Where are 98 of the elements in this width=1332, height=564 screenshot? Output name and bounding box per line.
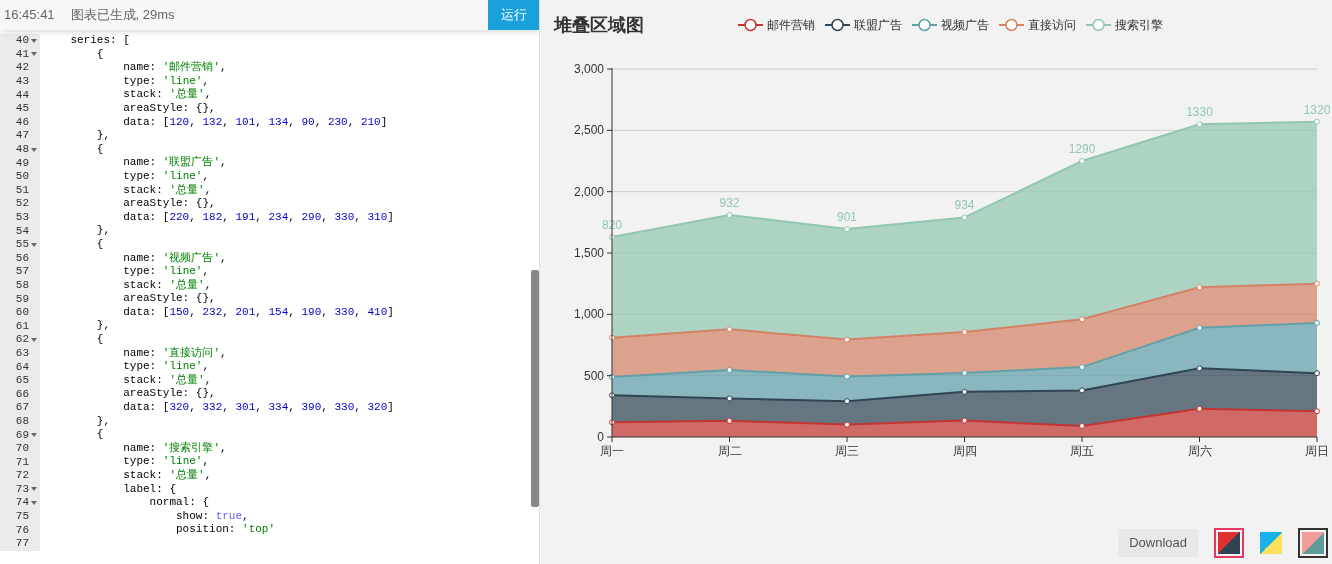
y-axis-label: 1,000 (573, 307, 604, 322)
y-axis-label: 2,500 (573, 123, 604, 138)
line-number: 77 (15, 537, 29, 551)
line-number: 42 (15, 61, 29, 75)
code-line: { (95, 142, 104, 155)
line-number: 61 (15, 319, 29, 333)
line-number: 59 (15, 292, 29, 306)
x-axis-label: 周二 (717, 444, 742, 458)
line-number: 52 (15, 197, 29, 211)
code-line: }, (95, 319, 110, 332)
code-line: type: 'line', (122, 74, 210, 87)
code-line: data: [150, 232, 201, 154, 190, 330, 410] (122, 305, 394, 318)
data-label: 932 (719, 195, 740, 210)
code-line: stack: '总量', (122, 469, 212, 481)
line-number: 44 (15, 88, 29, 102)
code-line: type: 'line', (122, 360, 210, 373)
code-line: stack: '总量', (122, 278, 212, 291)
x-axis-label: 周四 (952, 444, 977, 458)
code-line: { (95, 333, 104, 346)
line-number: 53 (15, 211, 29, 224)
code-line: stack: '总量', (122, 183, 212, 196)
line-number: 56 (15, 251, 29, 265)
code-line: }, (95, 414, 110, 427)
line-number: 40 (15, 34, 29, 48)
data-label: 1290 (1068, 142, 1096, 156)
code-line: { (95, 428, 104, 441)
time-text: 16:45:41 (4, 6, 55, 25)
code-line: name: '邮件营销', (122, 61, 227, 74)
line-number: 46 (15, 115, 29, 129)
x-axis-label: 周日 (1305, 444, 1329, 458)
line-number: 54 (15, 224, 29, 238)
line-number: 69 (15, 428, 29, 442)
code-line: areaStyle: {}, (122, 292, 216, 305)
code-line: stack: '总量', (122, 373, 212, 386)
code-line: position: 'top' (175, 523, 276, 536)
code-line: { (95, 237, 104, 250)
y-axis-label: 500 (583, 368, 604, 383)
y-axis-label: 0 (597, 430, 604, 444)
line-number: 43 (15, 75, 29, 89)
line-number: 76 (15, 523, 29, 537)
line-number: 47 (15, 129, 29, 143)
code-line: type: 'line', (122, 455, 210, 468)
code-line: data: [120, 132, 101, 134, 90, 230, 210] (122, 115, 388, 128)
line-number: 41 (15, 47, 29, 61)
code-line: type: 'line', (122, 169, 210, 182)
code-line: data: [320, 332, 301, 334, 390, 330, 320] (122, 401, 394, 414)
code-line: name: '视频广告', (122, 251, 227, 264)
line-number: 70 (15, 442, 29, 456)
code-line: areaStyle: {}, (122, 387, 216, 400)
code-line: areaStyle: {}, (122, 101, 216, 114)
code-line: areaStyle: {}, (122, 197, 216, 210)
code-line: label: { (122, 482, 177, 495)
x-axis-label: 周五 (1070, 444, 1094, 458)
code-line: data: [220, 182, 191, 234, 290, 330, 310] (122, 210, 394, 223)
x-axis-label: 周三 (835, 444, 859, 458)
code-line: show: true, (175, 509, 249, 522)
code-line: type: 'line', (122, 265, 210, 278)
line-number: 57 (15, 265, 29, 279)
data-label: 901 (837, 210, 857, 225)
line-number: 71 (15, 455, 29, 469)
line-number: 55 (15, 238, 29, 252)
line-number: 63 (15, 346, 29, 360)
y-axis-label: 2,000 (573, 184, 604, 199)
line-number: 72 (15, 469, 29, 483)
code-line: name: '直接访问', (122, 346, 227, 359)
line-number: 68 (15, 414, 29, 428)
line-number: 67 (15, 401, 29, 415)
line-number: 62 (15, 333, 29, 347)
data-label: 1320 (1303, 102, 1331, 117)
code-line: { (95, 47, 104, 60)
line-number: 66 (15, 387, 29, 401)
code-line: }, (95, 129, 110, 142)
code-line: stack: '总量', (122, 88, 212, 101)
code-line: name: '联盟广告', (122, 156, 227, 169)
code-line: series: [ (69, 34, 130, 46)
line-number: 58 (15, 279, 29, 292)
line-number: 74 (15, 496, 29, 510)
status-text: 图表已生成, 29ms (70, 6, 175, 25)
code-line: }, (95, 224, 110, 237)
line-number: 48 (15, 143, 29, 157)
y-axis-label: 1,500 (573, 246, 604, 260)
code-line: normal: { (148, 496, 210, 509)
line-number: 50 (15, 170, 29, 184)
line-number: 65 (15, 374, 29, 388)
line-number: 64 (15, 360, 29, 374)
line-number: 49 (15, 156, 29, 170)
chart-title: 堆叠区域图 (554, 13, 644, 37)
line-number: 51 (15, 183, 29, 197)
x-axis-label: 周一 (600, 444, 624, 458)
data-label: 934 (954, 198, 975, 213)
line-number: 75 (15, 510, 29, 524)
y-axis-label: 3,000 (573, 62, 604, 76)
data-label: 1330 (1186, 105, 1213, 120)
line-number: 60 (15, 306, 29, 320)
x-axis-label: 周六 (1187, 444, 1212, 458)
line-number: 45 (15, 102, 29, 116)
code-line: name: '搜索引擎', (122, 441, 227, 454)
line-number: 73 (15, 482, 29, 496)
